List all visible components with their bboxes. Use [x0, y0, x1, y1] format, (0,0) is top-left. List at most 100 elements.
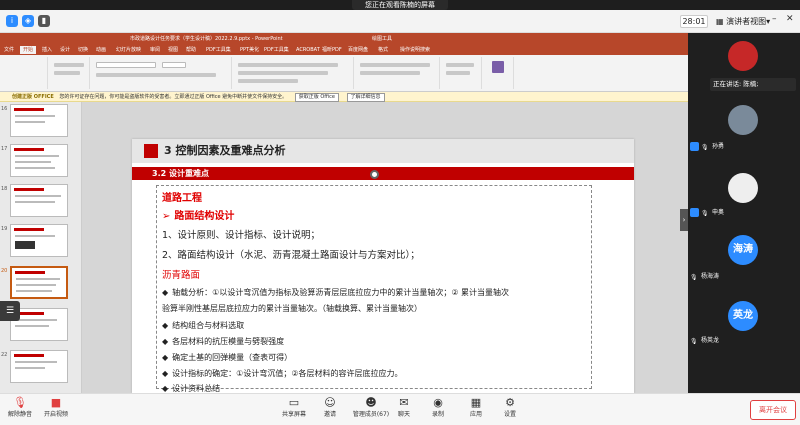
record-icon: ◉ — [433, 396, 443, 409]
participant-tile[interactable]: 🎙 申奥 — [688, 163, 800, 235]
tab-review[interactable]: 审阅 — [150, 46, 160, 54]
tab-pdf-tools[interactable]: PDF工具集 — [206, 46, 231, 54]
tab-format[interactable]: 格式 — [378, 46, 388, 54]
grid-icon: ▦ — [716, 17, 727, 26]
ppt-ribbon — [0, 55, 688, 92]
camera-off-icon: ■ — [50, 396, 62, 409]
thumbnail-18[interactable] — [10, 184, 68, 217]
minimize-button[interactable]: – — [772, 14, 777, 24]
ppt-tool-context: 绘图工具 — [372, 36, 393, 42]
slide-line: 2、路面结构设计（水泥、沥青混凝土路面设计与方案对比）； — [162, 250, 420, 261]
share-screen-button[interactable]: ▭ 共享屏幕 — [274, 396, 314, 424]
ribbon-clipboard[interactable] — [4, 57, 48, 89]
settings-button[interactable]: ⚙ 设置 — [490, 396, 530, 424]
invite-icon: ☺ — [324, 396, 336, 409]
tab-insert[interactable]: 插入 — [42, 46, 52, 54]
tab-help[interactable]: 帮助 — [186, 46, 196, 54]
avatar — [728, 41, 758, 71]
host-badge-icon — [690, 208, 699, 217]
meeting-timer: 28:01 — [680, 15, 708, 28]
participant-name: 杨英龙 — [701, 337, 720, 344]
slide-header: 3 控制因素及重难点分析 — [132, 139, 634, 163]
gear-icon: ⚙ — [505, 396, 515, 409]
menu-icon[interactable]: ☰ — [0, 301, 20, 321]
leave-meeting-button[interactable]: 离开会议 — [750, 400, 796, 420]
diamond-bullet-icon: ◆ — [162, 353, 169, 362]
learn-more-button[interactable]: 了解详细信息 — [346, 93, 385, 102]
info-icon[interactable]: i — [6, 15, 18, 27]
thumbnail-16[interactable] — [10, 104, 68, 137]
invite-button[interactable]: ☺ 邀请 — [310, 396, 350, 424]
slide-line: ◆ 轴载分析：①以设计弯沉值为指标及验算沥青层层底拉应力中的累计当量轴次；② 累计… — [162, 288, 510, 297]
avatar — [728, 173, 758, 203]
ppt-tabs: 文件 开始 插入 设计 切换 动画 幻灯片放映 审阅 视图 帮助 PDF工具集 … — [0, 45, 688, 55]
slide-title: 3 控制因素及重难点分析 — [164, 144, 286, 157]
tab-ppt-beautify[interactable]: PPT美化 — [240, 46, 259, 54]
ribbon-slides[interactable] — [50, 57, 90, 89]
start-video-button[interactable]: ■ 开启视频 — [36, 396, 76, 424]
tab-slideshow[interactable]: 幻灯片放映 — [116, 46, 141, 54]
tab-design[interactable]: 设计 — [60, 46, 70, 54]
collapse-panel-icon[interactable]: › — [680, 209, 688, 231]
participants-panel: › 正在讲话: 陈楠; 🎙 孙勇 🎙 申奥 海涛 🎙 杨海涛 英龙 🎙 杨英龙 — [680, 33, 800, 393]
tab-file[interactable]: 文件 — [4, 46, 14, 54]
participant-name: 孙勇 — [712, 143, 725, 150]
avatar — [728, 105, 758, 135]
diamond-bullet-icon: ◆ — [162, 321, 169, 330]
participant-tile[interactable]: 英龙 🎙 杨英龙 — [688, 295, 800, 367]
speaking-indicator: 正在讲话: 陈楠; — [710, 78, 796, 91]
diamond-bullet-icon: ◆ — [162, 384, 169, 393]
slide-line: 验算半刚性基层层底拉应力的累计当量轴次。（轴载换算、累计当量轴次） — [162, 304, 422, 313]
close-button[interactable]: ✕ — [786, 14, 794, 24]
mic-muted-icon: 🎙 — [690, 274, 698, 281]
slide-line: 道路工程 — [162, 193, 202, 204]
tab-animations[interactable]: 动画 — [96, 46, 106, 54]
meeting-toolbar: 🎙 解除静音 ■ 开启视频 ▭ 共享屏幕 ☺ 邀请 ☻ 管理成员(67) ✉ 聊天 ◉ 录制 … — [0, 393, 800, 425]
arrow-bullet-icon: ➢ — [162, 211, 171, 222]
mic-muted-icon: 🎙 — [701, 210, 709, 217]
thumbnail-17[interactable] — [10, 144, 68, 177]
participant-tile[interactable]: 海涛 🎙 杨海涛 — [688, 231, 800, 303]
tab-view[interactable]: 视图 — [168, 46, 178, 54]
ribbon-drawing[interactable] — [356, 57, 440, 89]
subtitle-bar: 3.2 设计重难点 — [132, 167, 634, 180]
diamond-bullet-icon: ◆ — [162, 337, 169, 346]
get-office-button[interactable]: 获取正版 Office — [294, 93, 339, 102]
tab-transitions[interactable]: 切换 — [78, 46, 88, 54]
license-tag: 创建正版 OFFICE — [12, 94, 54, 100]
current-slide[interactable]: 3 控制因素及重难点分析 3.2 设计重难点 道路工程 ➢ 路面结构设计 1、设计… — [132, 139, 634, 393]
slide-line: ◆ 确定土基的回弹模量（查表可得） — [162, 353, 293, 362]
slide-editor: 3 控制因素及重难点分析 3.2 设计重难点 道路工程 ➢ 路面结构设计 1、设计… — [82, 102, 688, 393]
ribbon-save[interactable] — [484, 57, 514, 89]
thumbnail-20-current[interactable] — [10, 266, 68, 299]
tab-home[interactable]: 开始 — [20, 46, 37, 54]
tab-pdf-tools-2[interactable]: PDF工具集 — [264, 46, 289, 54]
participant-tile[interactable]: 🎙 孙勇 — [688, 95, 800, 167]
mic-muted-icon: 🎙 — [690, 338, 698, 345]
screen-share-icon: ▭ — [288, 396, 300, 409]
avatar: 英龙 — [728, 301, 758, 331]
view-mode-button[interactable]: ▦ 演讲者视图▾ — [716, 14, 770, 29]
thumbnail-22[interactable] — [10, 350, 68, 383]
diamond-bullet-icon: ◆ — [162, 369, 169, 378]
ribbon-editing[interactable] — [442, 57, 482, 89]
signal-icon[interactable]: ▮ — [38, 15, 50, 27]
thumbnail-19[interactable] — [10, 224, 68, 257]
slide-subtitle: 3.2 设计重难点 — [152, 169, 209, 178]
unmute-button[interactable]: 🎙 解除静音 — [0, 396, 40, 424]
tab-foxit[interactable]: 福昕PDF — [322, 46, 342, 54]
slide-line: 沥青路面 — [162, 270, 201, 281]
record-button[interactable]: ◉ 录制 — [418, 396, 458, 424]
rotate-handle-icon[interactable] — [370, 170, 379, 179]
ribbon-paragraph[interactable] — [234, 57, 354, 89]
tab-search[interactable]: 操作说明搜索 — [400, 46, 430, 54]
shared-screen: 市政道路设计任务要求（学生设计稿）2022.2.9.pptx - PowerPo… — [0, 33, 688, 393]
slide-line: ➢ 路面结构设计 — [162, 211, 235, 222]
shield-icon[interactable]: ◈ — [22, 15, 34, 27]
mic-off-icon: 🎙 — [13, 396, 27, 409]
ribbon-font[interactable] — [92, 57, 232, 89]
avatar: 海涛 — [728, 235, 758, 265]
diamond-bullet-icon: ◆ — [162, 288, 169, 297]
tab-acrobat[interactable]: ACROBAT — [296, 46, 320, 54]
tab-baidu[interactable]: 百度网盘 — [348, 46, 368, 54]
